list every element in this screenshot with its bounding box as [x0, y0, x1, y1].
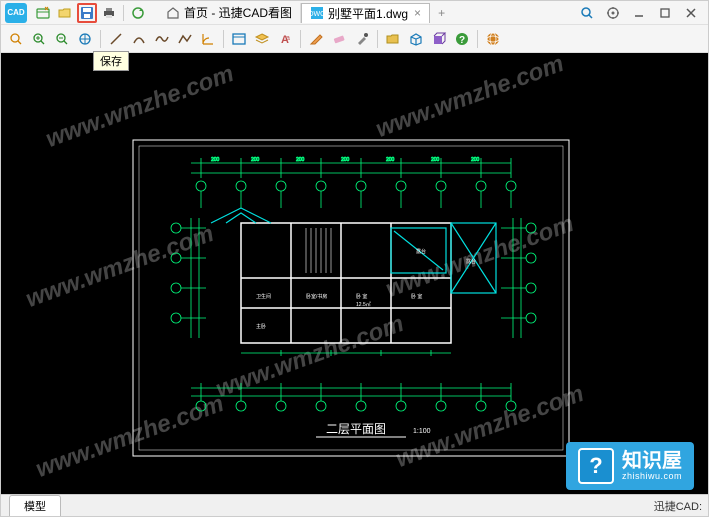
brand-name: 知识屋: [622, 450, 682, 472]
status-text: 迅捷CAD:: [654, 498, 702, 514]
separator: [100, 30, 101, 48]
brand-icon: ?: [578, 448, 614, 484]
window-button[interactable]: [228, 28, 250, 50]
cube-button[interactable]: [428, 28, 450, 50]
svg-text:200: 200: [341, 157, 350, 163]
zoom-in-button[interactable]: [28, 28, 50, 50]
cad-drawing: 200 200 200 200 200 200 200: [131, 138, 571, 458]
separator: [477, 30, 478, 48]
globe-button[interactable]: [482, 28, 504, 50]
svg-text:DWG: DWG: [310, 11, 324, 18]
svg-text:200: 200: [211, 157, 220, 163]
print-button[interactable]: [99, 3, 119, 23]
brand-url: zhishiwu.com: [622, 472, 682, 482]
svg-text:卧 室: 卧 室: [411, 293, 422, 300]
tabs: 首页 - 迅捷CAD看图 DWG 别墅平面1.dwg × +: [158, 3, 574, 23]
zoom-extents-button[interactable]: [5, 28, 27, 50]
save-tooltip: 保存: [93, 51, 129, 71]
settings-button[interactable]: [600, 3, 626, 23]
status-bar: 模型 迅捷CAD:: [1, 494, 708, 516]
drawing-scale: 1:100: [413, 428, 431, 435]
save-button[interactable]: [77, 3, 97, 23]
svg-text:200: 200: [296, 157, 305, 163]
picker-button[interactable]: [351, 28, 373, 50]
refresh-button[interactable]: [128, 3, 148, 23]
polyline-tool-button[interactable]: [174, 28, 196, 50]
watermark: www.wmzhe.com: [372, 53, 567, 144]
open-file-button[interactable]: [33, 3, 53, 23]
text-button[interactable]: Aa: [274, 28, 296, 50]
home-icon: [166, 6, 180, 20]
app-logo: CAD: [5, 3, 27, 23]
box-button[interactable]: [405, 28, 427, 50]
close-button[interactable]: [678, 3, 704, 23]
line-tool-button[interactable]: [105, 28, 127, 50]
svg-text:200: 200: [431, 157, 440, 163]
tab-file[interactable]: DWG 别墅平面1.dwg ×: [301, 3, 430, 23]
svg-text:?: ?: [459, 35, 465, 46]
svg-text:露台: 露台: [466, 258, 476, 265]
layers-button[interactable]: [251, 28, 273, 50]
svg-text:12.5㎡: 12.5㎡: [356, 301, 371, 308]
svg-text:200: 200: [386, 157, 395, 163]
separator: [300, 30, 301, 48]
svg-text:露台: 露台: [416, 248, 426, 255]
drawing-canvas[interactable]: www.wmzhe.com www.wmzhe.com www.wmzhe.co…: [1, 53, 708, 494]
search-button[interactable]: [574, 3, 600, 23]
add-tab-button[interactable]: +: [430, 6, 453, 20]
pencil-tool-button[interactable]: [305, 28, 327, 50]
svg-text:200: 200: [471, 157, 480, 163]
brand-badge: ? 知识屋 zhishiwu.com: [566, 442, 694, 490]
toolbar: 保存 Aa ?: [1, 25, 708, 53]
folder-button[interactable]: [55, 3, 75, 23]
spline-tool-button[interactable]: [151, 28, 173, 50]
eraser-tool-button[interactable]: [328, 28, 350, 50]
svg-text:卧 室: 卧 室: [356, 293, 367, 300]
svg-text:200: 200: [251, 157, 260, 163]
tab-home-label: 首页 - 迅捷CAD看图: [184, 4, 292, 21]
separator: [123, 5, 124, 21]
svg-text:a: a: [286, 35, 290, 42]
arc-tool-button[interactable]: [128, 28, 150, 50]
svg-text:主卧: 主卧: [256, 323, 266, 330]
minimize-button[interactable]: [626, 3, 652, 23]
measure-angle-button[interactable]: [197, 28, 219, 50]
separator: [223, 30, 224, 48]
maximize-button[interactable]: [652, 3, 678, 23]
svg-text:卫生间: 卫生间: [256, 293, 271, 300]
tab-file-label: 别墅平面1.dwg: [328, 5, 408, 22]
quick-access-toolbar: [33, 3, 148, 23]
tab-home[interactable]: 首页 - 迅捷CAD看图: [158, 3, 301, 23]
svg-text:卧室/书房: 卧室/书房: [306, 293, 327, 300]
model-tab[interactable]: 模型: [9, 495, 61, 516]
drawing-title: 二层平面图: [326, 422, 386, 436]
dwg-icon: DWG: [310, 6, 324, 20]
title-bar: CAD 首页 - 迅捷CAD看图: [1, 1, 708, 25]
window-controls: [574, 3, 704, 23]
app-window: CAD 首页 - 迅捷CAD看图: [0, 0, 709, 517]
zoom-out-button[interactable]: [51, 28, 73, 50]
pan-button[interactable]: [74, 28, 96, 50]
close-icon[interactable]: ×: [414, 6, 421, 20]
help-button[interactable]: ?: [451, 28, 473, 50]
separator: [377, 30, 378, 48]
open-folder-button[interactable]: [382, 28, 404, 50]
